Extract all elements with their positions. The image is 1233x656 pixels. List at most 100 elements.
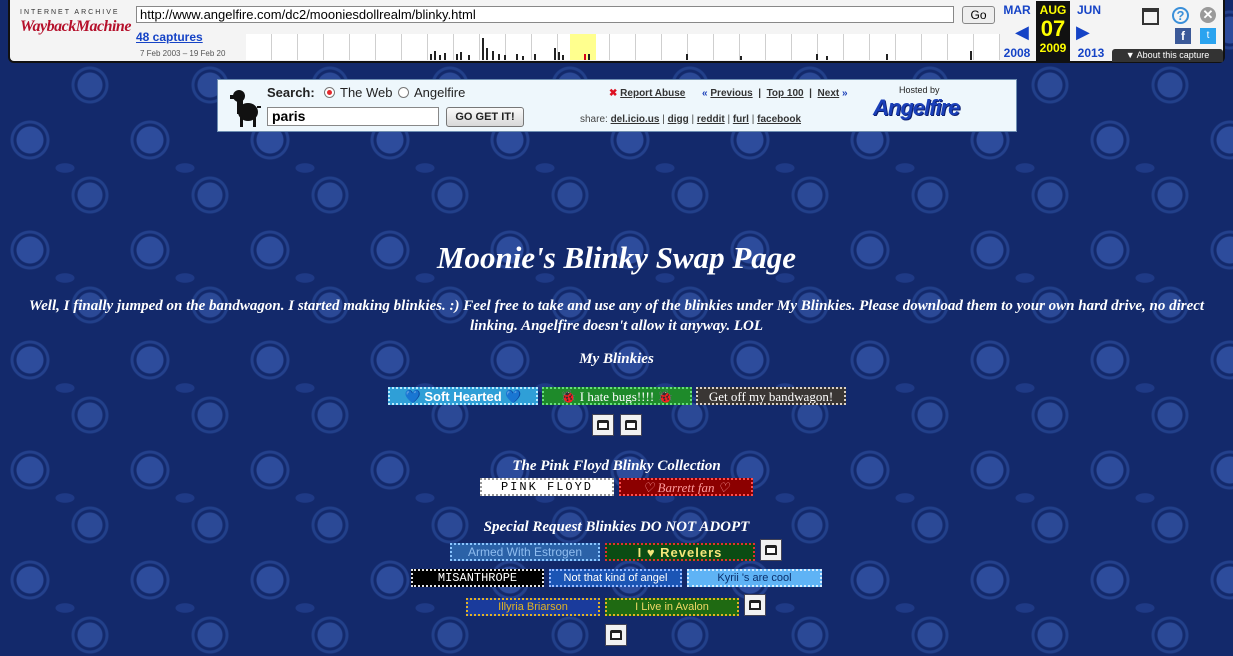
sparkline-bar [816,54,818,60]
radio-angelfire-label[interactable]: Angelfire [414,85,465,100]
sparkline-bar [970,51,972,60]
sparkline-bar [558,52,560,60]
sparkline-bar [562,55,564,60]
angelfire-brand: Angelfire [873,95,960,120]
blinky-soft-hearted[interactable]: 💙 Soft Hearted 💙 [388,387,538,405]
sparkline-bar [516,54,518,60]
wayback-logo-top: INTERNET ARCHIVE [20,9,120,16]
blinky-revelers[interactable]: I ♥ Revelers [605,543,755,561]
wayback-logo[interactable]: INTERNET ARCHIVE WaybackMachine [20,9,131,36]
sparkline-bar [482,38,484,60]
sparkline-bar [554,48,556,60]
section-special-request: Special Request Blinkies DO NOT ADOPT [483,519,750,535]
dog-icon [230,90,261,127]
share-facebook[interactable]: facebook [757,114,801,125]
top100-link[interactable]: Top 100 [767,88,804,99]
blinky-kyrii[interactable]: Kyrii 's are cool [687,569,822,587]
section-my-blinkies: My Blinkies [579,351,654,367]
report-abuse-icon: ✖ [609,88,618,99]
sparkline-current-year [570,34,596,60]
next-capture-year[interactable]: 2013 [1074,46,1108,60]
about-capture-button[interactable]: ▼ About this capture [1112,49,1223,62]
twitter-icon[interactable]: t [1200,28,1216,44]
wayback-toolbar: INTERNET ARCHIVE WaybackMachine http://w… [8,0,1225,63]
sparkline-bar [504,55,506,60]
go-get-it-button[interactable]: GO GET IT! [446,107,524,127]
sparkline-bar [444,53,446,60]
sparkline-bar [434,51,436,60]
adopt-icon[interactable] [744,594,766,616]
blinky-armed-estrogen[interactable]: Armed With Estrogen [450,543,600,561]
previous-arrow-icon: « [702,88,708,99]
adopt-icon[interactable] [592,414,614,436]
radio-the-web-label[interactable]: The Web [340,85,393,100]
share-delicious[interactable]: del.icio.us [611,114,660,125]
angelfire-logo[interactable]: Hosted by Angelfire [873,85,1013,127]
search-input[interactable]: paris [267,107,439,126]
page-title: Moonie's Blinky Swap Page [436,240,797,275]
sparkline-bar-current [584,54,586,60]
next-link[interactable]: Next [818,88,840,99]
window-icon[interactable] [1142,8,1159,25]
next-arrow-icon: » [842,88,848,99]
section-pink-floyd: The Pink Floyd Blinky Collection [512,458,721,474]
current-month: AUG [1039,3,1067,17]
facebook-icon[interactable]: f [1175,28,1191,44]
blinky-bandwagon[interactable]: Get off my bandwagon! [696,387,846,405]
sparkline-bar [439,55,441,60]
sparkline-bar [686,54,688,60]
sparkline-bar [588,54,590,60]
blinky-pink-floyd[interactable]: PINK FLOYD [480,478,614,496]
previous-link[interactable]: Previous [710,88,752,99]
adopt-icon[interactable] [605,624,627,646]
radio-the-web[interactable] [324,87,335,98]
sparkline-bar [740,56,742,60]
adopt-icon[interactable] [760,539,782,561]
sparkline-bar [886,54,888,60]
sparkline-bar [460,52,462,60]
angelfire-banner: Search: The Web Angelfire paris GO GET I… [217,79,1017,132]
next-capture-month[interactable]: JUN [1072,3,1106,17]
current-year: 2009 [1039,41,1067,55]
wayback-go-button[interactable]: Go [962,6,995,24]
sparkline-bar [826,56,828,60]
prev-capture-year[interactable]: 2008 [1000,46,1034,60]
intro-text: Well, I finally jumped on the bandwagon.… [28,298,1205,334]
current-capture-date: AUG 07 2009 [1036,1,1070,61]
blinky-illyria[interactable]: Illyria Briarson [466,598,600,616]
prev-capture-month[interactable]: MAR [1000,3,1034,17]
help-icon[interactable]: ? [1172,7,1189,24]
prev-capture-arrow-icon[interactable]: ◀ [1015,22,1029,43]
share-reddit[interactable]: reddit [697,114,725,125]
close-icon[interactable]: ✕ [1200,7,1216,23]
adopt-icon[interactable] [620,414,642,436]
captures-link[interactable]: 48 captures [136,30,203,44]
sparkline-bar [534,54,536,60]
share-links: share: del.icio.us | digg | reddit | fur… [580,114,802,125]
sparkline-bar [456,54,458,60]
sparkline-bar [498,54,500,60]
current-day: 07 [1040,16,1066,41]
sparkline-bar [522,56,524,60]
capture-range: 7 Feb 2003 – 19 Feb 20 [140,49,226,58]
next-capture-arrow-icon[interactable]: ▶ [1076,22,1090,43]
report-abuse-link[interactable]: Report Abuse [620,88,685,99]
search-label: Search: [267,85,315,100]
blinky-barrett-fan[interactable]: ♡ Barrett fan ♡ [619,478,753,496]
banner-nav-links: ✖ Report Abuse « Previous | Top 100 | Ne… [609,88,848,99]
blinky-avalon[interactable]: I Live in Avalon [605,598,739,616]
radio-angelfire[interactable] [398,87,409,98]
share-label: share: [580,114,608,125]
capture-sparkline[interactable] [246,34,1000,60]
sparkline-bar [486,48,488,60]
blinky-not-that-angel[interactable]: Not that kind of angel [549,569,682,587]
blinky-misanthrope[interactable]: MISANTHROPE [411,569,544,587]
wayback-logo-main: WaybackMachine [20,18,131,35]
share-digg[interactable]: digg [668,114,689,125]
share-furl[interactable]: furl [733,114,749,125]
sparkline-bar [468,55,470,60]
sparkline-bar [492,51,494,60]
wayback-url-input[interactable]: http://www.angelfire.com/dc2/mooniesdoll… [136,6,954,23]
blinky-hate-bugs[interactable]: 🐞 I hate bugs!!!! 🐞 [542,387,692,405]
hosted-by-label: Hosted by [899,85,940,95]
